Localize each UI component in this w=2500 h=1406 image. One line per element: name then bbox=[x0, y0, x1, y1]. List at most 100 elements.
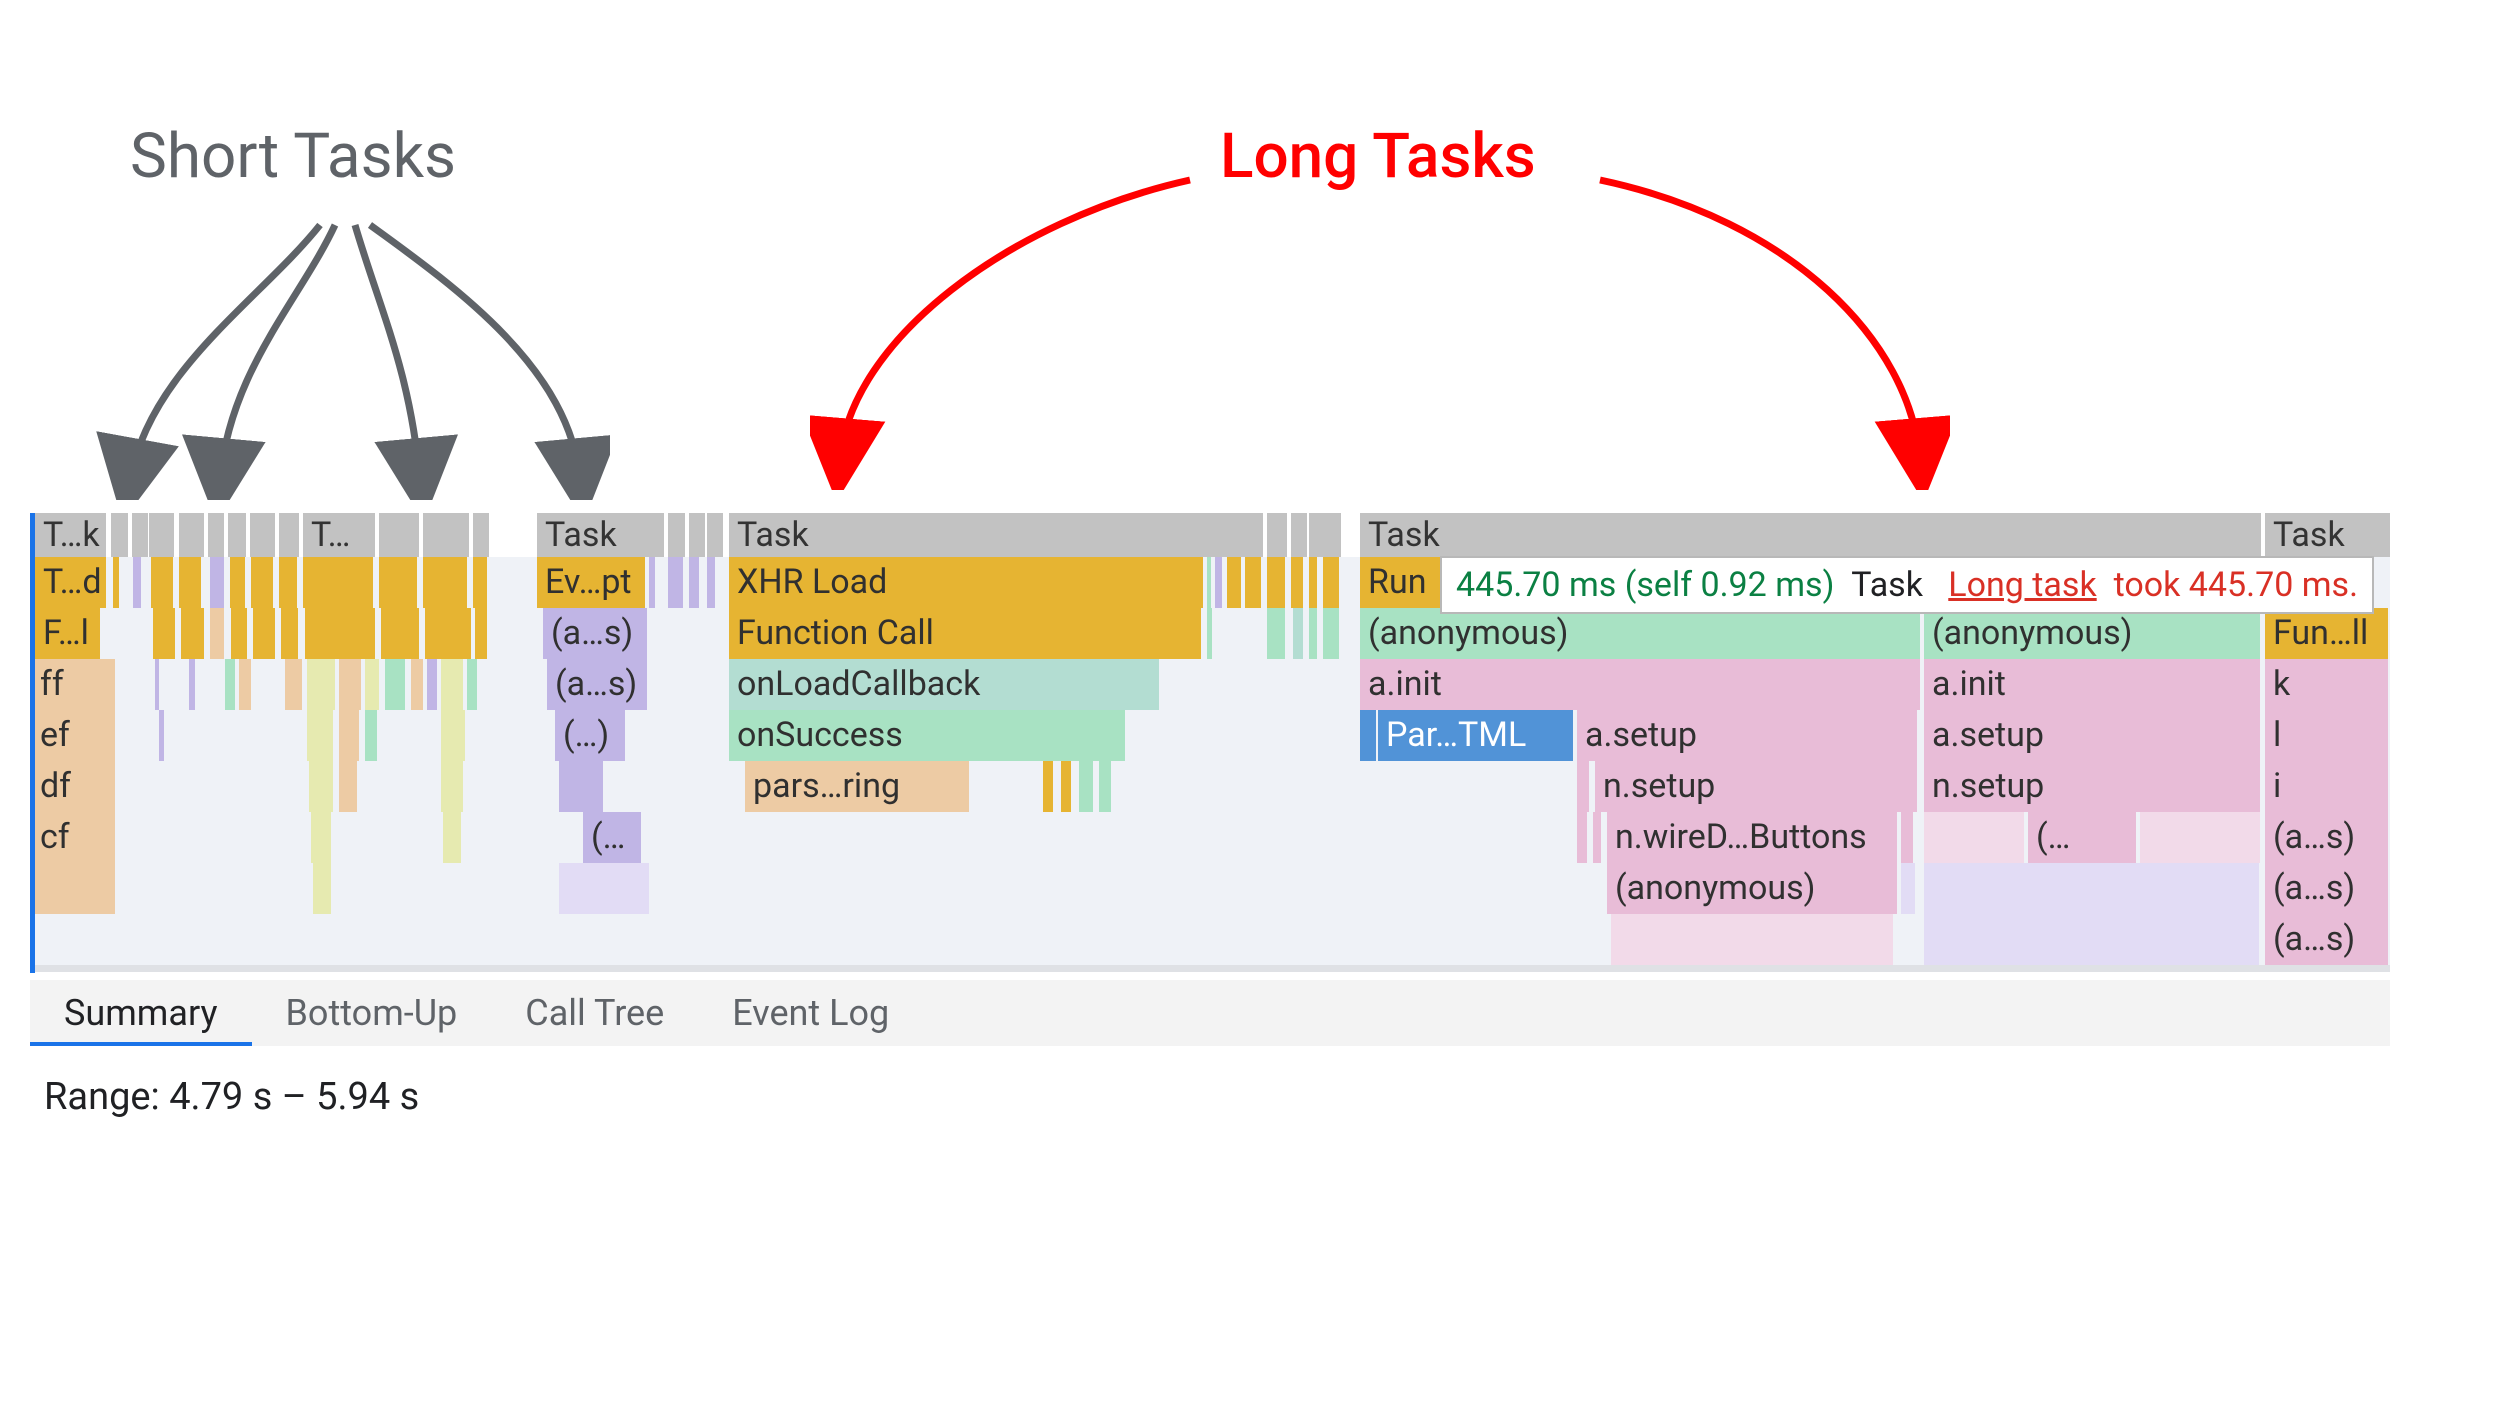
flame-block[interactable]: a.setup bbox=[1924, 710, 2260, 761]
flame-block[interactable]: Ev…pt bbox=[537, 557, 645, 608]
flame-block[interactable]: (a…s) bbox=[2265, 914, 2388, 965]
flame-block[interactable] bbox=[559, 761, 603, 812]
flame-sliver bbox=[225, 659, 235, 710]
flame-row[interactable]: F…l (a…s) Function Call (anonymous) (ano… bbox=[35, 608, 2390, 659]
flame-footer-strip bbox=[35, 965, 2390, 972]
task-block[interactable] bbox=[179, 513, 204, 557]
flame-block[interactable]: n.wireD…Buttons bbox=[1607, 812, 1897, 863]
flame-block[interactable]: (… bbox=[2028, 812, 2136, 863]
flame-sliver bbox=[441, 659, 463, 710]
flame-block[interactable]: (… bbox=[583, 812, 641, 863]
flame-row[interactable]: df pars…ring n.setup n.setup i bbox=[35, 761, 2390, 812]
flame-row[interactable]: ff (a…s) onLoadCallback a.init a.init k bbox=[35, 659, 2390, 710]
flame-sliver bbox=[427, 659, 437, 710]
task-block[interactable] bbox=[279, 513, 299, 557]
task-block[interactable] bbox=[379, 513, 419, 557]
flame-block[interactable]: a.setup bbox=[1577, 710, 1917, 761]
bottom-tabs: Summary Bottom-Up Call Tree Event Log bbox=[30, 980, 2390, 1046]
tab-call-tree[interactable]: Call Tree bbox=[491, 980, 698, 1046]
flame-sliver bbox=[1215, 557, 1222, 608]
flame-block[interactable]: (anonymous) bbox=[1607, 863, 1897, 914]
task-block[interactable] bbox=[1291, 513, 1307, 557]
flame-sliver bbox=[307, 710, 333, 761]
task-block[interactable] bbox=[228, 513, 246, 557]
tab-summary[interactable]: Summary bbox=[30, 980, 252, 1046]
flame-block[interactable]: (anonymous) bbox=[1924, 608, 2260, 659]
flame-block[interactable]: k bbox=[2265, 659, 2388, 710]
flame-sliver bbox=[1099, 761, 1111, 812]
flame-block[interactable]: XHR Load bbox=[729, 557, 1203, 608]
flame-block[interactable]: l bbox=[2265, 710, 2388, 761]
flame-sliver bbox=[689, 557, 699, 608]
flame-block[interactable]: (a…s) bbox=[543, 608, 647, 659]
task-tooltip: 445.70 ms (self 0.92 ms) Task Long task … bbox=[1440, 556, 2374, 614]
flame-sliver bbox=[113, 557, 119, 608]
task-block[interactable] bbox=[473, 513, 489, 557]
flame-sliver bbox=[151, 557, 173, 608]
flame-sliver bbox=[443, 812, 461, 863]
flame-block[interactable]: onLoadCallback bbox=[729, 659, 1159, 710]
flame-sliver bbox=[251, 557, 273, 608]
flame-row[interactable]: (anonymous) (a…s) bbox=[35, 863, 2390, 914]
flame-sliver bbox=[155, 659, 159, 710]
flame-block[interactable]: n.setup bbox=[1924, 761, 2260, 812]
flame-block[interactable]: (a…s) bbox=[2265, 863, 2388, 914]
task-block[interactable] bbox=[250, 513, 275, 557]
flame-sliver bbox=[231, 608, 247, 659]
tooltip-long-task-link[interactable]: Long task bbox=[1948, 565, 2096, 605]
flame-block[interactable] bbox=[1360, 710, 1376, 761]
flame-block[interactable]: i bbox=[2265, 761, 2388, 812]
task-block[interactable] bbox=[111, 513, 128, 557]
task-block[interactable] bbox=[1323, 513, 1341, 557]
flame-block[interactable]: (a…s) bbox=[2265, 812, 2388, 863]
task-block[interactable]: Task bbox=[2265, 513, 2390, 557]
flame-sliver bbox=[1924, 812, 2024, 863]
flame-block[interactable]: a.init bbox=[1924, 659, 2260, 710]
task-block[interactable] bbox=[149, 513, 174, 557]
flame-block[interactable]: Run bbox=[1360, 557, 1444, 608]
task-row[interactable]: T…k T… Task Task Task Task bbox=[35, 513, 2390, 557]
flame-sliver bbox=[305, 608, 375, 659]
tab-bottom-up[interactable]: Bottom-Up bbox=[252, 980, 492, 1046]
task-block[interactable] bbox=[208, 513, 224, 557]
flame-sliver bbox=[179, 557, 201, 608]
task-block[interactable]: Task bbox=[537, 513, 664, 557]
flame-block[interactable]: F…l bbox=[35, 608, 100, 659]
task-block[interactable] bbox=[668, 513, 685, 557]
tab-event-log[interactable]: Event Log bbox=[698, 980, 923, 1046]
flame-block[interactable]: (a…s) bbox=[547, 659, 647, 710]
flame-sliver bbox=[365, 710, 377, 761]
flame-sliver bbox=[253, 608, 275, 659]
flame-row[interactable]: (a…s) bbox=[35, 914, 2390, 965]
flame-row[interactable]: cf (… n.wireD…Buttons (… (a…s) bbox=[35, 812, 2390, 863]
tooltip-kind: Task bbox=[1851, 565, 1923, 605]
task-block[interactable] bbox=[1267, 513, 1287, 557]
range-value: 4.79 s – 5.94 s bbox=[169, 1075, 419, 1119]
task-block-long[interactable]: Task bbox=[1360, 513, 2261, 557]
flame-sliver bbox=[707, 557, 715, 608]
flame-block[interactable]: (…) bbox=[555, 710, 625, 761]
flame-block[interactable]: (anonymous) bbox=[1360, 608, 1920, 659]
task-block[interactable] bbox=[689, 513, 705, 557]
task-block[interactable] bbox=[423, 513, 469, 557]
flame-block[interactable]: Par…TML bbox=[1378, 710, 1573, 761]
flame-block[interactable]: T…d bbox=[35, 557, 106, 608]
task-block[interactable] bbox=[132, 513, 148, 557]
flame-block[interactable] bbox=[559, 863, 649, 914]
flame-block[interactable]: Function Call bbox=[729, 608, 1201, 659]
task-block[interactable]: T…k bbox=[35, 513, 106, 557]
flame-sliver bbox=[1291, 557, 1303, 608]
flame-sliver bbox=[239, 659, 251, 710]
flame-sliver bbox=[411, 659, 423, 710]
flame-block[interactable]: Fun…ll bbox=[2265, 608, 2388, 659]
task-block[interactable]: Task bbox=[729, 513, 1263, 557]
task-block[interactable]: T… bbox=[303, 513, 375, 557]
flame-sliver bbox=[365, 659, 379, 710]
flame-block[interactable]: a.init bbox=[1360, 659, 1920, 710]
flame-block[interactable]: n.setup bbox=[1595, 761, 1917, 812]
flame-row[interactable]: ef (…) onSuccess Par…TML a.setup a.setup… bbox=[35, 710, 2390, 761]
flame-block[interactable]: pars…ring bbox=[745, 761, 969, 812]
flame-sliver bbox=[441, 710, 465, 761]
flame-block[interactable]: onSuccess bbox=[729, 710, 1125, 761]
task-block[interactable] bbox=[707, 513, 723, 557]
